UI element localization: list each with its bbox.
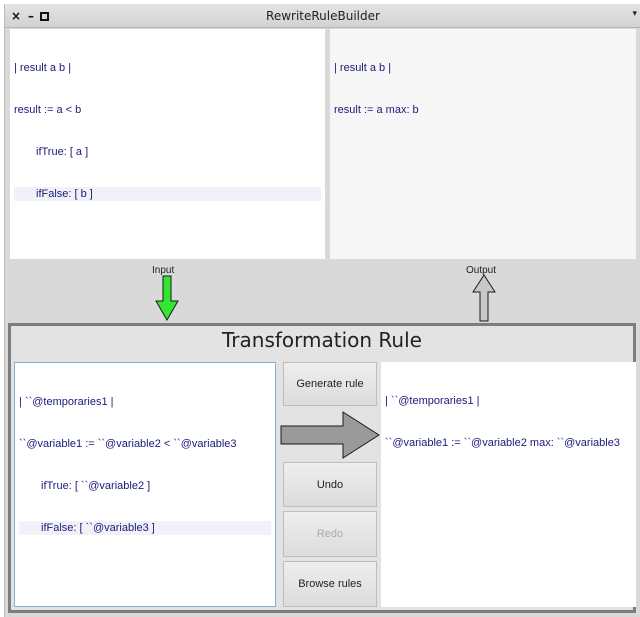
code-line: ``@variable1 := ``@variable2 < ``@variab… — [19, 438, 237, 450]
rule-rhs-pane[interactable]: | ``@temporaries1 | ``@variable1 := ``@v… — [381, 362, 636, 607]
code-line: | ``@temporaries1 | — [385, 395, 480, 407]
code-line: ifFalse: [ ``@variable3 ] — [19, 521, 271, 535]
code-line: ifTrue: [ a ] — [36, 146, 89, 158]
code-line: result := a < b — [14, 104, 82, 116]
code-line: ifTrue: [ ``@variable2 ] — [41, 480, 151, 492]
code-line: ``@variable1 := ``@variable2 max: ``@var… — [385, 437, 620, 449]
redo-button[interactable]: Redo — [283, 511, 377, 557]
undo-button[interactable]: Undo — [283, 462, 377, 507]
browse-rules-button[interactable]: Browse rules — [283, 561, 377, 607]
input-code-pane[interactable]: | result a b | result := a < b ifTrue: [… — [10, 29, 325, 259]
window-title: RewriteRuleBuilder — [266, 9, 380, 23]
output-up-arrow-icon — [472, 274, 496, 322]
input-down-arrow-icon — [155, 275, 179, 321]
window-menu-icon[interactable]: ▾ — [632, 9, 637, 19]
title-bar[interactable]: × – RewriteRuleBuilder ▾ — [5, 4, 640, 28]
rule-lhs-pane[interactable]: | ``@temporaries1 | ``@variable1 := ``@v… — [14, 362, 276, 607]
code-line: result := a max: b — [334, 104, 419, 116]
transformation-rule-title: Transformation Rule — [222, 328, 422, 352]
code-line: ifFalse: [ b ] — [14, 187, 321, 201]
code-line: | result a b | — [14, 62, 72, 74]
code-line: | result a b | — [334, 62, 392, 74]
generate-rule-button[interactable]: Generate rule — [283, 362, 377, 406]
transform-right-arrow-icon — [280, 411, 380, 459]
output-code-pane[interactable]: | result a b | result := a max: b — [330, 29, 636, 259]
code-line: | ``@temporaries1 | — [19, 396, 114, 408]
